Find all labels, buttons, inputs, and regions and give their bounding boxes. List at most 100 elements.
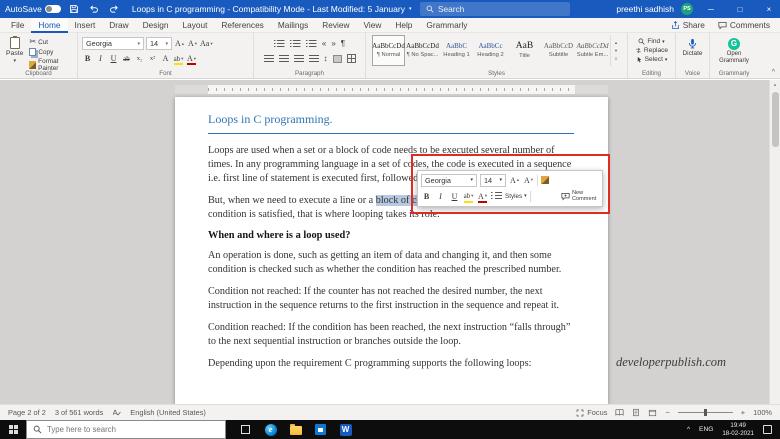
tab-insert[interactable]: Insert [68,18,103,33]
bullet-list-button[interactable] [273,39,285,48]
change-case-button[interactable]: Aa ▾ [200,37,213,50]
paragraph-6[interactable]: Depending upon the requirement C program… [208,357,574,371]
tab-help[interactable]: Help [388,18,419,33]
align-left-button[interactable] [263,54,274,63]
window-document-title[interactable]: Loops in C programming - Compatibility M… [132,4,412,14]
mini-styles-button[interactable]: Styles ▾ [505,193,527,200]
collapse-ribbon-icon[interactable]: ^ [772,69,775,76]
web-layout-button[interactable] [648,409,657,417]
action-center-icon[interactable] [763,425,772,434]
bold-button[interactable]: B [82,52,93,65]
mini-highlight-button[interactable]: ab ▾ [463,190,474,203]
styles-scroll-down[interactable]: ▾ [615,48,617,54]
cut-button[interactable]: ✂ Cut [29,38,74,46]
document-heading-title[interactable]: Loops in C programming. [208,112,574,134]
clock[interactable]: 19:49 18-02-2021 [722,422,754,438]
print-layout-button[interactable] [632,408,640,417]
mini-font-name-combo[interactable]: Georgia ▾ [421,173,477,187]
mini-italic-button[interactable]: I [435,190,446,203]
line-spacing-button[interactable]: ↕ [324,54,328,63]
style-heading-1[interactable]: AaBbC Heading 1 [440,35,473,66]
share-button[interactable]: Share [671,20,705,30]
zoom-slider-thumb[interactable] [703,409,707,416]
multilevel-list-button[interactable] [305,39,317,48]
mini-format-painter-button[interactable] [541,176,549,184]
style-no-spacing[interactable]: AaBbCcDd ¶ No Spac... [406,35,439,66]
zoom-in-button[interactable]: + [741,408,745,417]
dictate-button[interactable]: Dictate [683,36,702,57]
copy-button[interactable]: Copy [29,48,74,56]
close-button[interactable]: × [758,0,780,18]
mini-underline-button[interactable]: U [449,190,460,203]
align-center-button[interactable] [278,54,289,63]
tab-view[interactable]: View [357,18,389,33]
borders-button[interactable] [346,54,356,63]
zoom-slider[interactable] [677,409,733,416]
mini-grow-font-button[interactable]: A ▴ [509,174,520,187]
shrink-font-button[interactable]: A ▾ [187,37,198,50]
new-comment-button[interactable]: New Comment [561,190,599,202]
tray-chevron-ic[interactable]: ^ [687,426,690,433]
user-name[interactable]: preethi sadhish [616,4,674,14]
decrease-indent-button[interactable]: « [322,39,326,48]
tab-grammarly[interactable]: Grammarly [419,18,474,33]
style-normal[interactable]: AaBbCcDd ¶ Normal [372,35,405,66]
minimize-button[interactable]: ─ [700,0,722,18]
styles-more-button[interactable]: ≡ [615,56,618,61]
replace-button[interactable]: Replace [635,46,668,55]
style-subtitle[interactable]: AaBbCcD Subtitle [542,35,575,66]
horizontal-ruler[interactable] [175,85,608,94]
zoom-out-button[interactable]: − [665,408,669,417]
styles-scroll-up[interactable]: ▴ [615,40,617,46]
increase-indent-button[interactable]: » [331,39,335,48]
open-grammarly-button[interactable]: G Open Grammarly [713,36,755,64]
tab-mailings[interactable]: Mailings [271,18,315,33]
numbered-list-button[interactable] [289,39,301,48]
superscript-button[interactable]: x² [147,52,158,65]
title-search-box[interactable]: Search [420,2,570,16]
tab-file[interactable]: File [4,18,31,33]
align-right-button[interactable] [293,54,304,63]
mini-font-color-button[interactable]: A ▾ [477,190,488,203]
style-title[interactable]: AaB Title [508,35,541,66]
task-view-button[interactable] [239,423,252,436]
show-paragraph-marks-button[interactable]: ¶ [341,39,345,48]
taskbar-search[interactable] [26,420,226,439]
section-heading[interactable]: When and where is a loop used? [208,230,574,241]
font-color-button[interactable]: A ▾ [186,52,197,65]
grow-font-button[interactable]: A ▴ [174,37,185,50]
undo-icon[interactable] [88,3,101,16]
avatar[interactable]: PS [681,3,693,15]
language-indicator[interactable]: English (United States) [130,408,206,417]
maximize-button[interactable]: □ [729,0,751,18]
paragraph-4[interactable]: Condition not reached: If the counter ha… [208,285,574,313]
tab-draw[interactable]: Draw [102,18,135,33]
zoom-level[interactable]: 100% [753,408,772,417]
taskbar-search-input[interactable] [47,425,205,434]
mini-list-button[interactable] [491,192,502,200]
redo-icon[interactable] [108,3,121,16]
word-count[interactable]: 3 of 561 words [55,408,103,417]
autosave-toggle[interactable]: AutoSave [5,4,61,14]
mini-font-size-combo[interactable]: 14 ▾ [480,173,506,187]
mini-shrink-font-button[interactable]: A ▾ [523,174,534,187]
font-name-combo[interactable]: Georgia ▾ [82,37,144,50]
highlight-color-button[interactable]: ab ▾ [173,52,184,65]
edge-button[interactable]: e [264,423,277,436]
read-mode-button[interactable] [615,408,624,417]
comments-button[interactable]: Comments [718,20,770,30]
underline-button[interactable]: U [108,52,119,65]
font-size-combo[interactable]: 14 ▾ [146,37,172,50]
save-icon[interactable] [68,3,81,16]
language-badge[interactable]: ENG [699,426,713,433]
file-explorer-button[interactable] [289,423,302,436]
strikethrough-button[interactable]: ab [121,52,132,65]
subscript-button[interactable]: x₂ [134,52,145,65]
tab-references[interactable]: References [214,18,270,33]
autosave-switch[interactable] [44,5,61,13]
tab-design[interactable]: Design [136,18,176,33]
scrollbar-thumb[interactable] [771,92,779,147]
select-button[interactable]: Select ▾ [636,55,667,64]
focus-button[interactable]: Focus [576,408,607,417]
spellcheck-icon[interactable] [112,408,122,417]
